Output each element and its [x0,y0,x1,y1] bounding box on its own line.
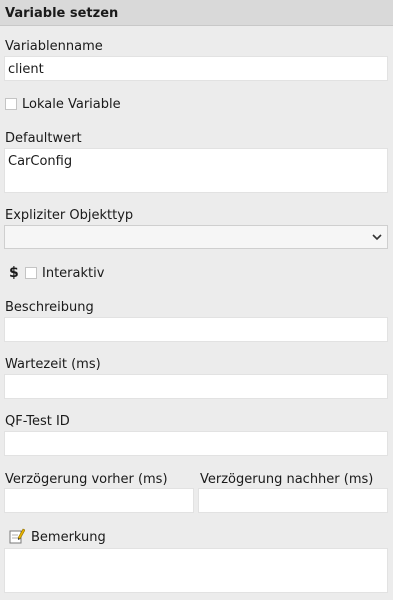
chevron-down-icon[interactable] [370,229,384,245]
description-label: Beschreibung [5,300,94,315]
delay-after-input[interactable] [198,488,388,513]
description-input[interactable] [4,317,388,342]
interactive-checkbox[interactable] [25,267,37,279]
interactive-label: Interaktiv [42,266,105,281]
explicit-type-label: Expliziter Objekttyp [5,208,134,223]
delay-after-label: Verzögerung nachher (ms) [200,472,374,487]
remark-textarea[interactable] [4,548,388,593]
remark-label: Bemerkung [31,530,106,545]
dialog-title: Variable setzen [5,6,119,21]
default-value-label: Defaultwert [5,131,82,146]
dialog-header: Variable setzen [0,0,393,26]
default-value-textarea[interactable]: CarConfig [4,148,388,193]
variable-name-value: client [8,62,44,77]
delay-before-input[interactable] [4,488,194,513]
explicit-type-select[interactable] [4,225,388,249]
wait-time-input[interactable] [4,374,388,399]
local-variable-checkbox[interactable] [5,98,17,110]
variable-name-label: Variablenname [5,39,103,54]
edit-note-icon [9,528,25,544]
variable-name-input[interactable]: client [4,56,388,81]
default-value-text: CarConfig [8,154,73,169]
local-variable-label: Lokale Variable [22,97,121,112]
wait-time-label: Wartezeit (ms) [5,357,101,372]
delay-before-label: Verzögerung vorher (ms) [5,472,168,487]
dollar-icon: $ [9,265,19,281]
qftest-id-input[interactable] [4,431,388,456]
qftest-id-label: QF-Test ID [5,414,70,429]
